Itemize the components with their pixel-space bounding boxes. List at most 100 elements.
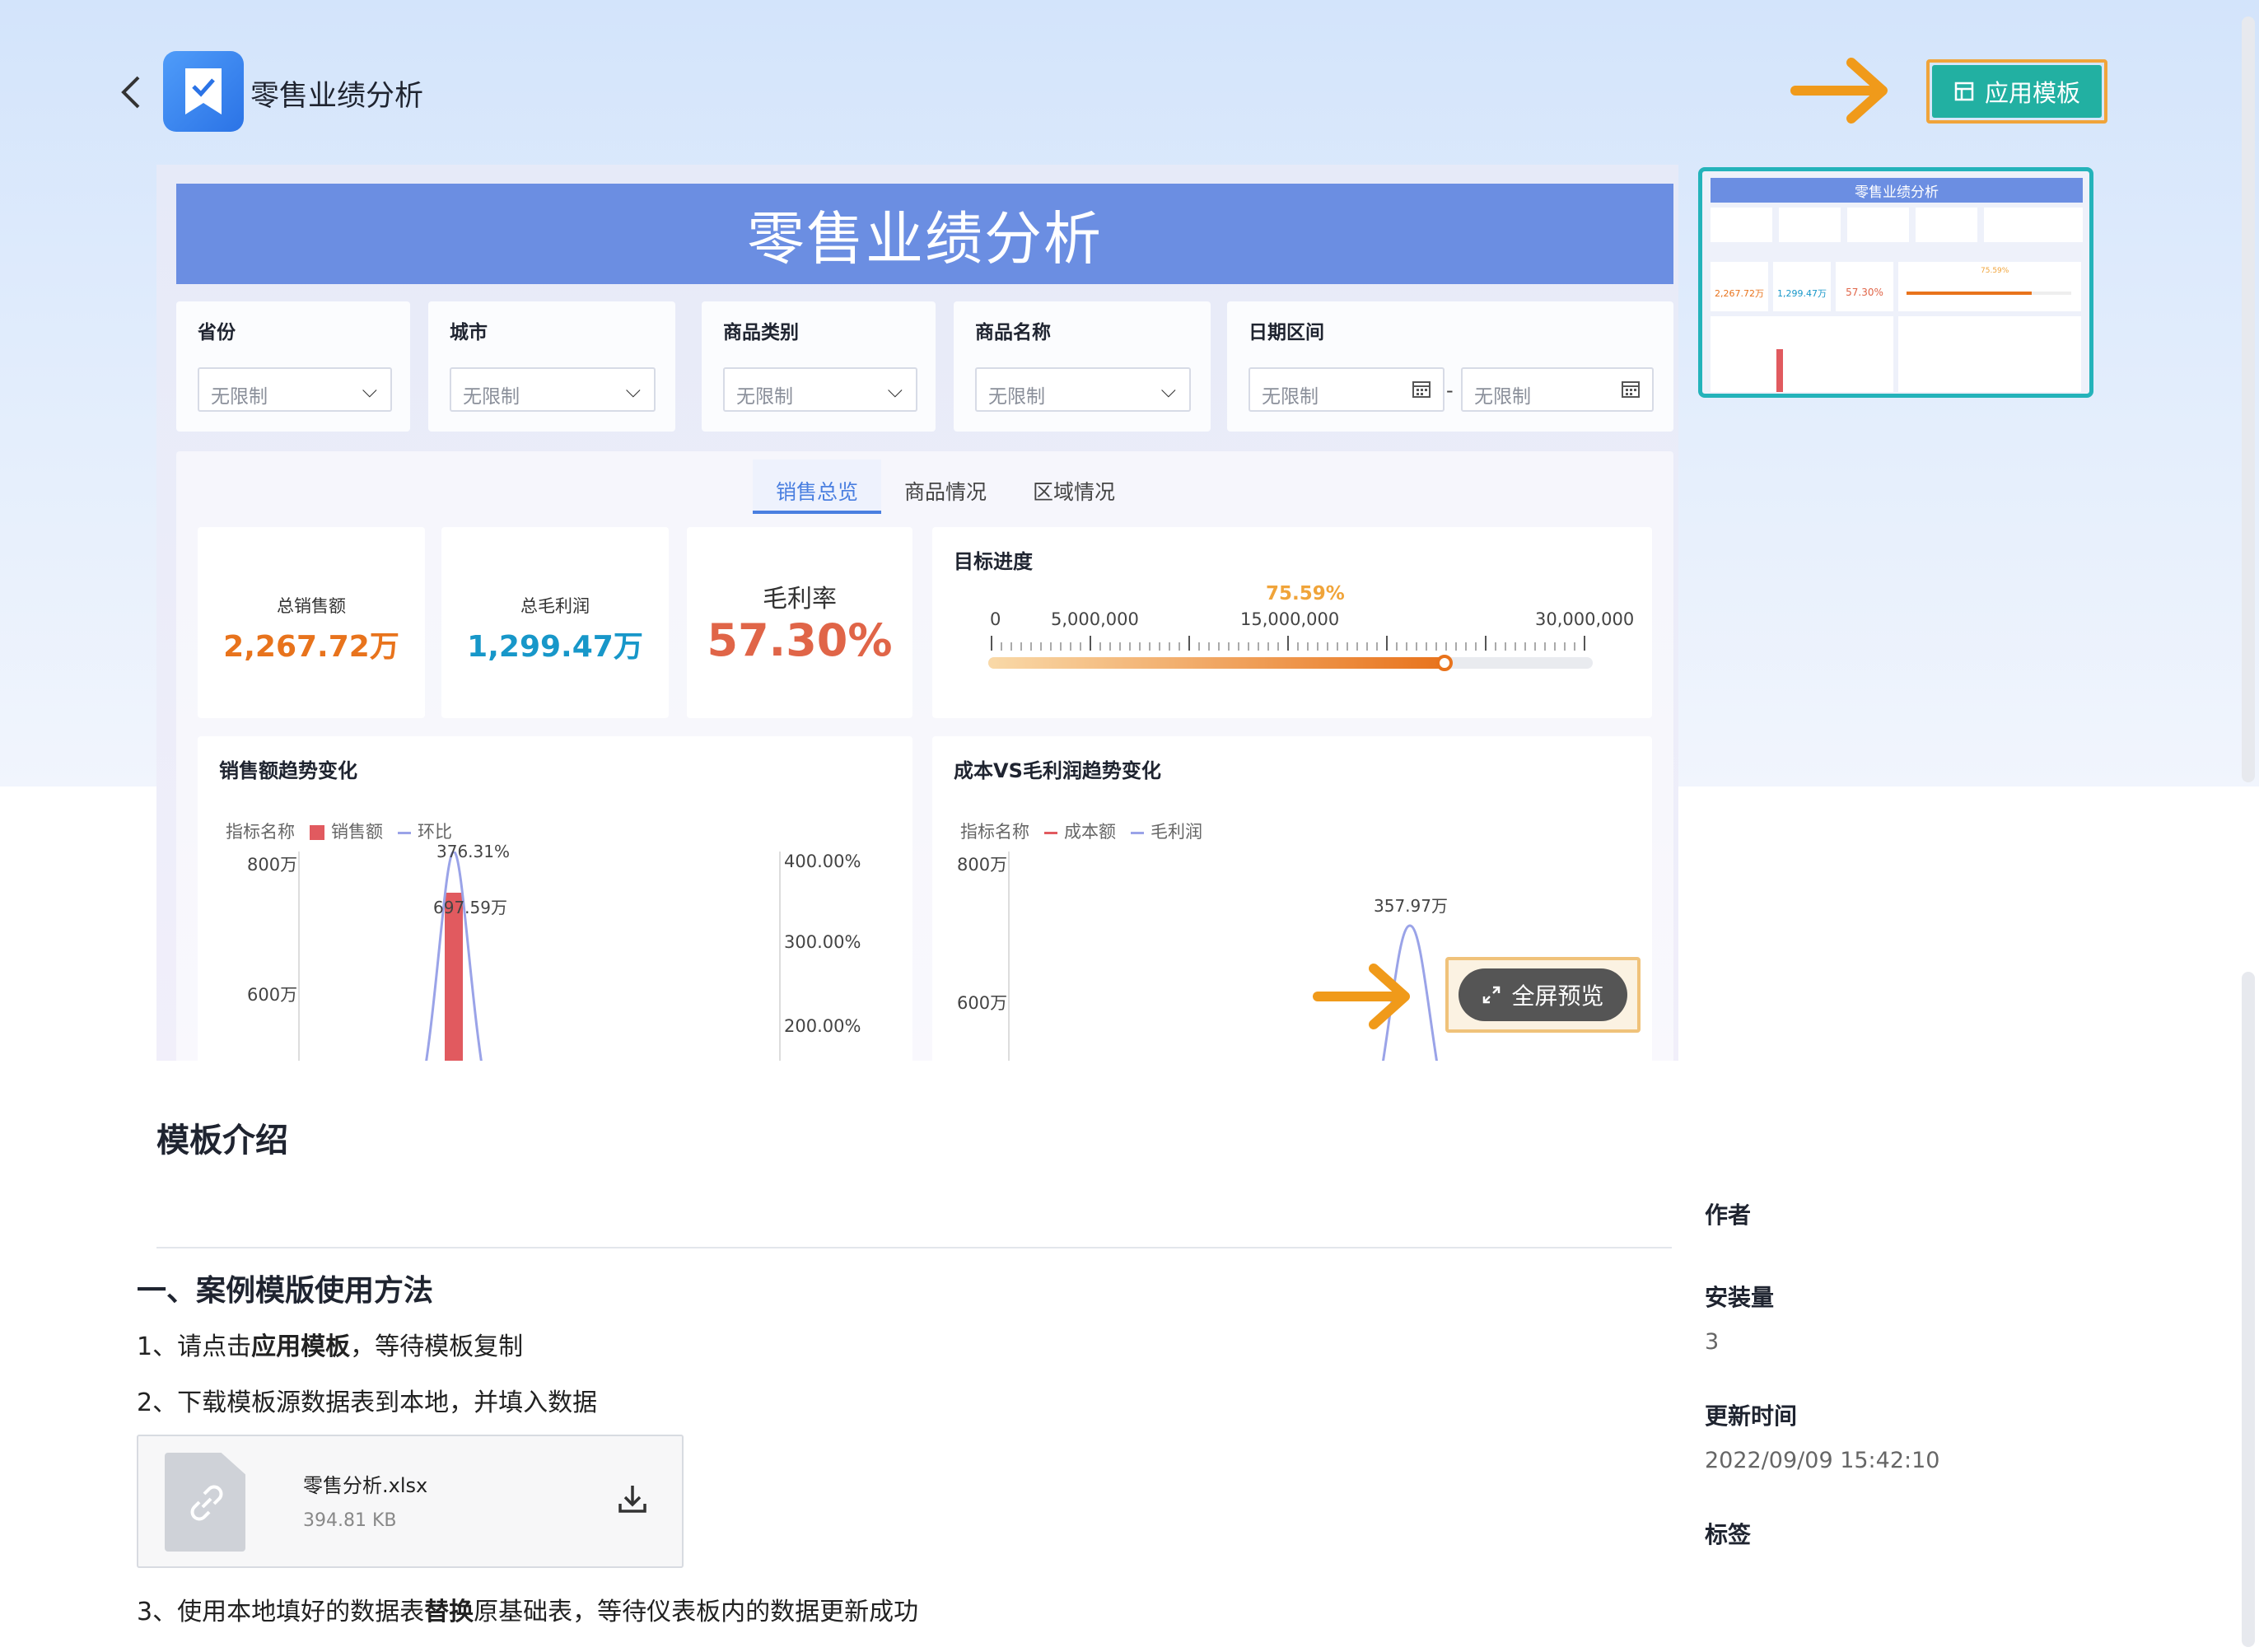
dashboard-preview: 零售业绩分析 省份 无限制 ⌵ 城市 无限制 ⌵ 商品类别 无限制 ⌵ 商品名称 无限… — [156, 165, 1678, 1061]
legend-label: 销售额 — [331, 822, 383, 842]
legend-swatch — [310, 825, 324, 840]
tab-regions[interactable]: 区域情况 — [1010, 460, 1138, 514]
author-label: 作者 — [1705, 1202, 1752, 1229]
select-value: 无限制 — [463, 386, 520, 408]
file-attachment[interactable]: 零售分析.xlsx 394.81 KB — [137, 1435, 684, 1568]
tick-label: 0 — [990, 609, 1001, 629]
fullscreen-highlight: 全屏预览 — [1445, 957, 1641, 1033]
updated-label: 更新时间 — [1705, 1402, 1798, 1430]
chevron-down-icon: ⌵ — [1160, 379, 1176, 402]
legend-label: 毛利润 — [1151, 822, 1202, 842]
kpi-value: 57.30% — [707, 614, 893, 666]
y-axis-line — [1008, 852, 1010, 1061]
thumbnail-filters — [1711, 208, 2083, 242]
tab-bar: 销售总览 商品情况 区域情况 — [753, 460, 1138, 514]
installs-value: 3 — [1705, 1329, 1720, 1355]
kpi-margin: 毛利率 57.30% — [687, 527, 912, 718]
y-axis-label: 800万 — [247, 855, 298, 875]
calendar-icon — [1412, 381, 1431, 398]
apply-template-highlight: 应用模板 — [1926, 59, 2107, 124]
thumbnail-filter — [1847, 208, 1909, 242]
legend-swatch — [1131, 831, 1144, 834]
step-bold: 替换 — [424, 1598, 474, 1626]
progress-knob — [1435, 655, 1453, 671]
y-axis-label: 800万 — [957, 855, 1008, 875]
category-select[interactable]: 无限制 ⌵ — [723, 367, 917, 412]
province-select[interactable]: 无限制 ⌵ — [198, 367, 392, 412]
updated-value: 2022/09/09 15:42:10 — [1705, 1448, 1940, 1473]
tab-sales-overview[interactable]: 销售总览 — [753, 460, 882, 514]
target-progress-card: 目标进度 75.59% 0 5,000,000 15,000,000 30,00… — [932, 527, 1652, 718]
progress-percent: 75.59% — [1266, 583, 1345, 604]
arrow-right-icon — [1787, 49, 1902, 132]
sales-plot — [425, 852, 483, 1061]
tab-products[interactable]: 商品情况 — [881, 460, 1010, 514]
thumbnail-chart — [1711, 316, 1893, 392]
tick-label: 5,000,000 — [1051, 609, 1139, 629]
dashboard-title: 零售业绩分析 — [176, 184, 1673, 284]
kpi-value: 1,299.47万 — [467, 630, 643, 664]
y-axis-label: 600万 — [247, 985, 298, 1005]
legend-title: 指标名称 — [960, 822, 1029, 842]
tags-label: 标签 — [1705, 1521, 1752, 1548]
thumbnail-progress-track — [1907, 292, 2071, 295]
select-value: 无限制 — [988, 386, 1045, 408]
filter-city: 城市 无限制 ⌵ — [428, 301, 675, 432]
y-axis-line — [298, 852, 300, 1061]
data-label: 376.31% — [436, 842, 510, 861]
chevron-down-icon: ⌵ — [625, 379, 641, 402]
step-text: ，等待模板复制 — [350, 1332, 524, 1361]
step-2: 2、下载模板源数据表到本地，并填入数据 — [137, 1388, 598, 1417]
filter-label: 商品名称 — [975, 322, 1051, 343]
date-separator: - — [1446, 379, 1454, 402]
filter-product: 商品名称 无限制 ⌵ — [954, 301, 1211, 432]
arrow-right-icon — [1313, 964, 1410, 1029]
filter-label: 城市 — [450, 322, 488, 343]
kpi-total-profit: 总毛利润 1,299.47万 — [441, 527, 669, 718]
kpi-label: 总毛利润 — [520, 596, 590, 616]
legend-swatch — [398, 831, 411, 834]
filter-category: 商品类别 无限制 ⌵ — [702, 301, 936, 432]
date-start-input[interactable]: 无限制 — [1249, 367, 1445, 412]
file-name: 零售分析.xlsx — [303, 1474, 428, 1497]
data-label: 697.59万 — [433, 898, 507, 917]
fullscreen-preview-button[interactable]: 全屏预览 — [1459, 968, 1627, 1021]
thumbnail-chart — [1898, 316, 2081, 392]
legend-item[interactable]: 销售额 — [310, 819, 383, 843]
scrollbar-top[interactable] — [2242, 16, 2255, 782]
legend-item[interactable]: 毛利润 — [1131, 819, 1202, 843]
link-icon — [190, 1485, 223, 1521]
apply-template-label: 应用模板 — [1984, 79, 2080, 107]
kpi-label: 总销售额 — [277, 596, 346, 616]
thumbnail-progress-card: 75.59% — [1898, 262, 2081, 311]
select-value: 无限制 — [736, 386, 793, 408]
page-title: 零售业绩分析 — [250, 80, 424, 113]
file-size: 394.81 KB — [303, 1510, 397, 1531]
date-end-input[interactable]: 无限制 — [1461, 367, 1654, 412]
thumbnail-filter — [1711, 208, 1772, 242]
data-label: 357.97万 — [1374, 896, 1448, 916]
thumbnail-filter — [1779, 208, 1841, 242]
thumbnail-filter — [1916, 208, 1977, 242]
legend-label: 环比 — [418, 822, 452, 842]
y-axis-right-line — [779, 852, 781, 1061]
y-axis-right-label: 400.00% — [784, 852, 861, 871]
kpi-label: 毛利率 — [763, 585, 837, 614]
y-axis-right-label: 300.00% — [784, 932, 861, 952]
city-select[interactable]: 无限制 ⌵ — [450, 367, 656, 412]
download-icon[interactable] — [616, 1482, 649, 1515]
app-logo-icon — [163, 51, 244, 132]
apply-template-button[interactable]: 应用模板 — [1932, 65, 2102, 118]
thumbnail-progress-fill — [1907, 292, 2032, 295]
date-value: 无限制 — [1474, 386, 1531, 408]
thumbnail-title: 零售业绩分析 — [1711, 178, 2083, 203]
back-icon[interactable] — [115, 72, 148, 112]
y-axis-right-label: 200.00% — [784, 1016, 861, 1036]
product-select[interactable]: 无限制 ⌵ — [975, 367, 1191, 412]
scrollbar-bottom[interactable] — [2242, 972, 2255, 1647]
thumbnail-preview[interactable]: 零售业绩分析 2,267.72万 1,299.47万 57.30% 75.59% — [1698, 167, 2093, 398]
thumbnail-filter — [1984, 208, 2083, 242]
step-text: 3、使用本地填好的数据表 — [137, 1598, 425, 1626]
legend-item[interactable]: 环比 — [398, 819, 452, 843]
legend-item[interactable]: 成本额 — [1044, 819, 1116, 843]
